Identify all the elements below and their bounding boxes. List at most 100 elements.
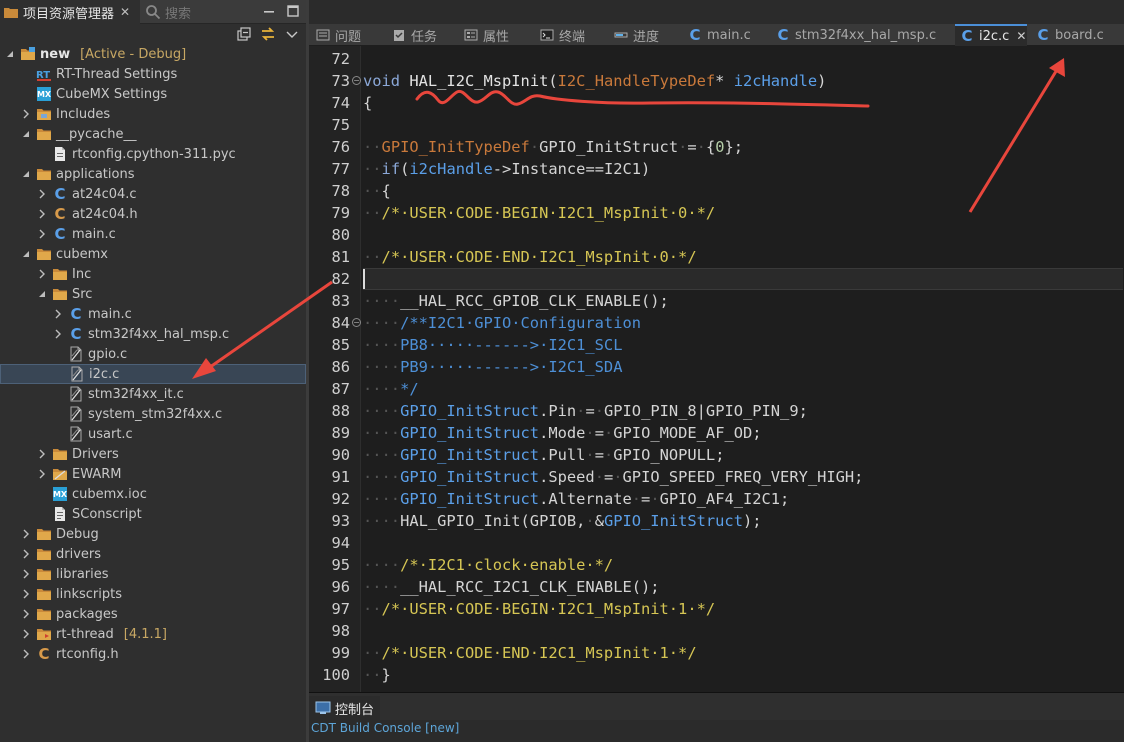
tree-item-drivers[interactable]: Drivers: [0, 444, 306, 464]
tree-item-inc[interactable]: Inc: [0, 264, 306, 284]
collapsed-arrow-icon[interactable]: [36, 268, 48, 280]
view-tab-4[interactable]: 进度: [609, 24, 679, 46]
code-line[interactable]: [363, 268, 1123, 290]
close-icon[interactable]: ✕: [120, 5, 130, 19]
tree-item-rtconfig-h[interactable]: Crtconfig.h: [0, 644, 306, 664]
code-line[interactable]: ··/*·USER·CODE·BEGIN·I2C1_MspInit·1·*/: [363, 598, 1123, 620]
collapsed-arrow-icon[interactable]: [20, 608, 32, 620]
code-line[interactable]: ··}: [363, 664, 1123, 686]
code-line[interactable]: ····PB8·····------>·I2C1_SCL: [363, 334, 1123, 356]
code-line[interactable]: [363, 224, 1123, 246]
view-tab-3[interactable]: 终端: [535, 24, 605, 46]
tab-main-c[interactable]: Cmain.c: [683, 24, 767, 46]
tab-board-c[interactable]: Cboard.c: [1031, 24, 1119, 46]
collapsed-arrow-icon[interactable]: [36, 228, 48, 240]
view-tab-0[interactable]: 问题: [311, 24, 383, 46]
tree-item-main-c[interactable]: Cmain.c: [0, 224, 306, 244]
tree-item-at24c04-c[interactable]: Cat24c04.c: [0, 184, 306, 204]
tree-item-drivers[interactable]: drivers: [0, 544, 306, 564]
code-line[interactable]: ··/*·USER·CODE·BEGIN·I2C1_MspInit·0·*/: [363, 202, 1123, 224]
code-line[interactable]: [363, 532, 1123, 554]
expanded-arrow-icon[interactable]: [20, 248, 32, 260]
tree-item-ewarm[interactable]: EWARM: [0, 464, 306, 484]
search-input[interactable]: 搜索: [165, 3, 191, 22]
expanded-arrow-icon[interactable]: [36, 288, 48, 300]
tab-i2c-c[interactable]: Ci2c.c ✕: [955, 24, 1027, 46]
tree-item-stm32f4xx-hal-msp-c[interactable]: Cstm32f4xx_hal_msp.c: [0, 324, 306, 344]
tree-item-cubemx-settings[interactable]: MX CubeMX Settings: [0, 84, 306, 104]
collapsed-arrow-icon[interactable]: [20, 588, 32, 600]
collapsed-arrow-icon[interactable]: [36, 208, 48, 220]
code-line[interactable]: ····__HAL_RCC_I2C1_CLK_ENABLE();: [363, 576, 1123, 598]
expanded-arrow-icon[interactable]: [4, 48, 16, 60]
tree-item-new[interactable]: new [Active - Debug]: [0, 44, 306, 64]
code-line[interactable]: ····PB9·····------>·I2C1_SDA: [363, 356, 1123, 378]
code-line[interactable]: ····__HAL_RCC_GPIOB_CLK_ENABLE();: [363, 290, 1123, 312]
collapsed-arrow-icon[interactable]: [36, 448, 48, 460]
maximize-icon[interactable]: [286, 4, 300, 18]
code-line[interactable]: ····GPIO_InitStruct.Alternate·=·GPIO_AF4…: [363, 488, 1123, 510]
tree-item-includes[interactable]: Includes: [0, 104, 306, 124]
code-line[interactable]: ··/*·USER·CODE·END·I2C1_MspInit·1·*/: [363, 642, 1123, 664]
tab-project-explorer[interactable]: 项目资源管理器 ✕: [0, 0, 140, 24]
close-tab-icon[interactable]: ✕: [1016, 29, 1026, 43]
collapsed-arrow-icon[interactable]: [20, 108, 32, 120]
code-line[interactable]: ····/*·I2C1·clock·enable·*/: [363, 554, 1123, 576]
code-line[interactable]: ··GPIO_InitTypeDef·GPIO_InitStruct·=·{0}…: [363, 136, 1123, 158]
tree-item-linkscripts[interactable]: linkscripts: [0, 584, 306, 604]
expanded-arrow-icon[interactable]: [20, 128, 32, 140]
minimize-icon[interactable]: [262, 4, 276, 18]
code-line[interactable]: ··if(i2cHandle->Instance==I2C1): [363, 158, 1123, 180]
tree-item-rt-thread[interactable]: rt-thread [4.1.1]: [0, 624, 306, 644]
tree-item-at24c04-h[interactable]: Cat24c04.h: [0, 204, 306, 224]
tab-stm32f4xx-hal-msp-c[interactable]: Cstm32f4xx_hal_msp.c: [771, 24, 951, 46]
view-menu-icon[interactable]: [284, 26, 300, 42]
collapsed-arrow-icon[interactable]: [20, 568, 32, 580]
collapsed-arrow-icon[interactable]: [52, 308, 64, 320]
tree-item-gpio-c[interactable]: gpio.c: [0, 344, 306, 364]
tree-item-main-c[interactable]: Cmain.c: [0, 304, 306, 324]
fold-toggle-icon[interactable]: −: [352, 318, 361, 327]
collapsed-arrow-icon[interactable]: [20, 528, 32, 540]
tree-item-src[interactable]: Src: [0, 284, 306, 304]
code-line[interactable]: ····GPIO_InitStruct.Mode·=·GPIO_MODE_AF_…: [363, 422, 1123, 444]
code-line[interactable]: ····/**I2C1·GPIO·Configuration: [363, 312, 1123, 334]
code-line[interactable]: [363, 620, 1123, 642]
tree-item-rt-thread-settings[interactable]: RT RT-Thread Settings: [0, 64, 306, 84]
collapsed-arrow-icon[interactable]: [20, 548, 32, 560]
fold-toggle-icon[interactable]: −: [352, 76, 361, 85]
code-line[interactable]: ··/*·USER·CODE·END·I2C1_MspInit·0·*/: [363, 246, 1123, 268]
collapse-all-icon[interactable]: [236, 26, 252, 42]
code-line[interactable]: ····HAL_GPIO_Init(GPIOB,·&GPIO_InitStruc…: [363, 510, 1123, 532]
code-line[interactable]: ····*/: [363, 378, 1123, 400]
code-line[interactable]: ····GPIO_InitStruct.Speed·=·GPIO_SPEED_F…: [363, 466, 1123, 488]
tree-item-cubemx[interactable]: cubemx: [0, 244, 306, 264]
tree-item-packages[interactable]: packages: [0, 604, 306, 624]
collapsed-arrow-icon[interactable]: [36, 188, 48, 200]
expanded-arrow-icon[interactable]: [20, 168, 32, 180]
code-editor[interactable]: 72 73−74 75 76 77 78 79 80 81 82 83 84−85 86 87 88 89 90…: [309, 46, 1124, 692]
tree-item-pycache[interactable]: __pycache__: [0, 124, 306, 144]
search-box[interactable]: 搜索: [142, 0, 252, 24]
code-line[interactable]: {: [363, 92, 1123, 114]
code-line[interactable]: [363, 48, 1123, 70]
tree-item-rtconfig-cpython-311-pyc[interactable]: rtconfig.cpython-311.pyc: [0, 144, 306, 164]
tree-item-cubemx-ioc[interactable]: MX cubemx.ioc: [0, 484, 306, 504]
collapsed-arrow-icon[interactable]: [52, 328, 64, 340]
collapsed-arrow-icon[interactable]: [20, 628, 32, 640]
code-line[interactable]: ····GPIO_InitStruct.Pull·=·GPIO_NOPULL;: [363, 444, 1123, 466]
collapsed-arrow-icon[interactable]: [20, 648, 32, 660]
tab-console[interactable]: 控制台: [309, 696, 381, 720]
collapsed-arrow-icon[interactable]: [36, 468, 48, 480]
tree-item-applications[interactable]: applications: [0, 164, 306, 184]
tree-item-usart-c[interactable]: usart.c: [0, 424, 306, 444]
view-tab-2[interactable]: 属性: [459, 24, 531, 46]
view-tab-1[interactable]: 任务: [387, 24, 455, 46]
tree-item-sconscript[interactable]: SConscript: [0, 504, 306, 524]
tree-item-debug[interactable]: Debug: [0, 524, 306, 544]
tree-item-stm32f4xx-it-c[interactable]: stm32f4xx_it.c: [0, 384, 306, 404]
code-line[interactable]: ··{: [363, 180, 1123, 202]
code-line[interactable]: ····GPIO_InitStruct.Pin·=·GPIO_PIN_8|GPI…: [363, 400, 1123, 422]
tree-item-libraries[interactable]: libraries: [0, 564, 306, 584]
tree-item-system-stm32f4xx-c[interactable]: system_stm32f4xx.c: [0, 404, 306, 424]
